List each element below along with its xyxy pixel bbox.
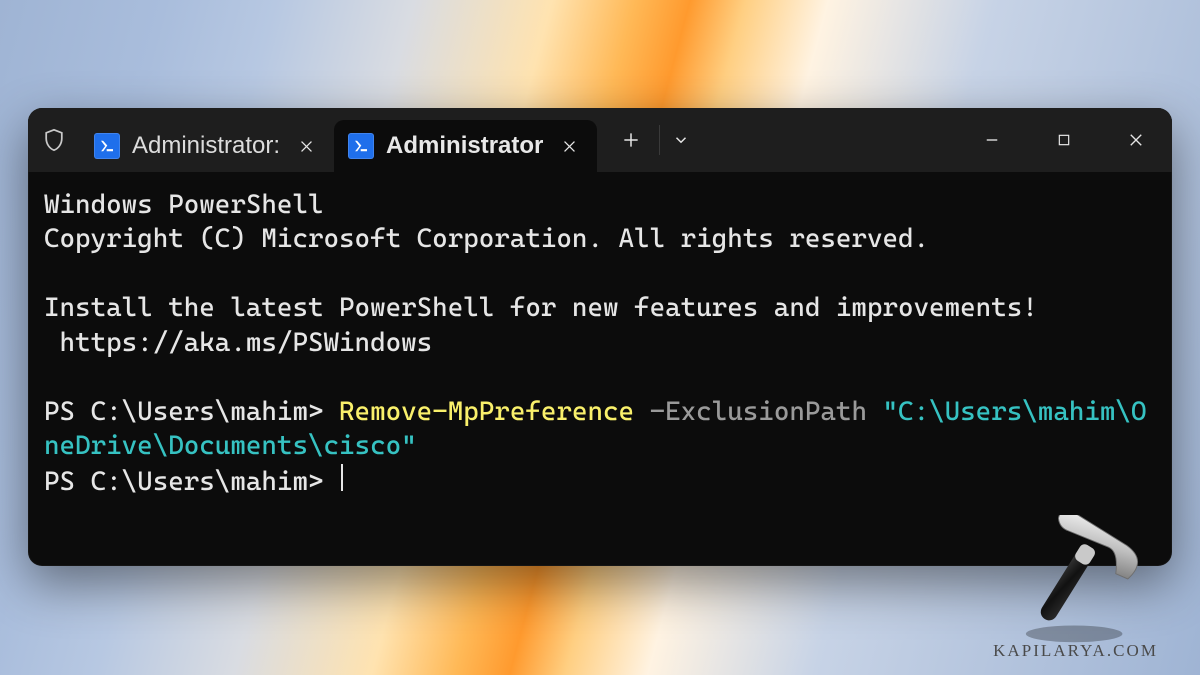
minimize-button[interactable] — [956, 108, 1028, 172]
tab-administrator-inactive[interactable]: Administrator: — [80, 120, 334, 172]
tab-actions — [603, 108, 702, 172]
new-tab-button[interactable] — [603, 108, 659, 172]
hammer-icon — [1001, 515, 1151, 645]
cmd-param: -ExclusionPath — [650, 396, 867, 427]
prompt: PS C:\Users\mahim> — [44, 396, 339, 427]
maximize-button[interactable] — [1028, 108, 1100, 172]
watermark: KAPILARYA.COM — [993, 515, 1158, 661]
tip-link: https://aka.ms/PSWindows — [44, 327, 432, 358]
titlebar: Administrator: Administrator — [28, 108, 1172, 172]
tab-label: Administrator — [386, 134, 543, 158]
tab-administrator-active[interactable]: Administrator — [334, 120, 597, 172]
banner-line: Windows PowerShell — [44, 189, 324, 220]
terminal-window: Administrator: Administrator — [28, 108, 1172, 566]
cmdlet: Remove-MpPreference — [339, 396, 634, 427]
tab-label: Administrator: — [132, 134, 280, 158]
tab-close-button[interactable] — [555, 132, 583, 160]
banner-line: Copyright (C) Microsoft Corporation. All… — [44, 223, 929, 254]
tip-line: Install the latest PowerShell for new fe… — [44, 292, 1038, 323]
uac-shield-icon — [28, 108, 80, 172]
powershell-icon — [94, 133, 120, 159]
window-close-button[interactable] — [1100, 108, 1172, 172]
tab-dropdown-button[interactable] — [660, 108, 702, 172]
text-cursor — [341, 464, 343, 492]
prompt: PS C:\Users\mahim> — [44, 465, 339, 496]
tab-strip: Administrator: Administrator — [80, 108, 597, 172]
terminal-body[interactable]: Windows PowerShell Copyright (C) Microso… — [28, 172, 1172, 566]
window-controls — [956, 108, 1172, 172]
tab-close-button[interactable] — [292, 132, 320, 160]
watermark-text: KAPILARYA.COM — [993, 641, 1158, 661]
powershell-icon — [348, 133, 374, 159]
